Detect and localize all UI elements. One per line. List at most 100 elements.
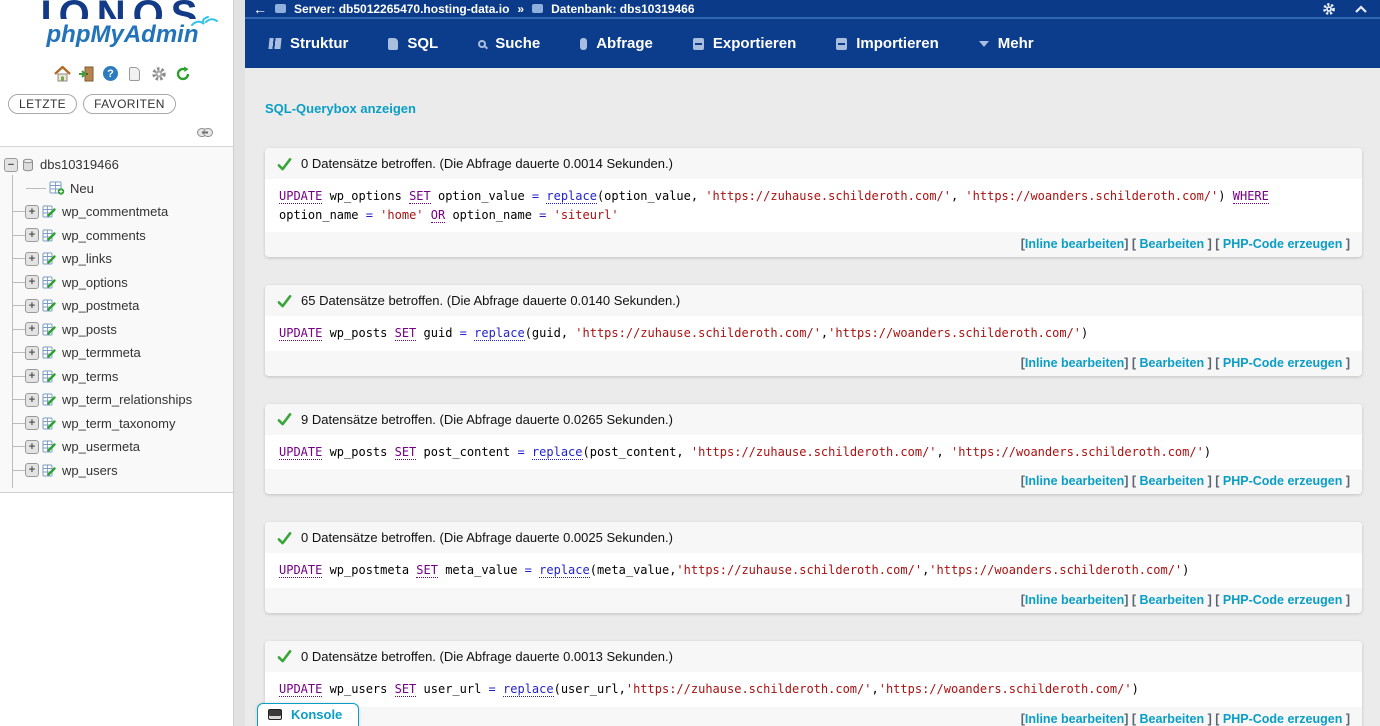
table-name: wp_terms (62, 368, 119, 384)
breadcrumb-database[interactable]: Datenbank: dbs10319466 (551, 2, 694, 16)
logout-icon[interactable] (78, 65, 95, 82)
expand-icon[interactable]: + (25, 369, 39, 384)
sql-query-code: UPDATE wp_postmeta SET meta_value = repl… (265, 553, 1362, 588)
tab-suche[interactable]: Suche (478, 35, 540, 52)
expand-icon[interactable]: + (25, 275, 39, 290)
console-toggle-tab[interactable]: Konsole (257, 703, 360, 726)
expand-icon[interactable]: + (25, 251, 39, 266)
result-actions: [Inline bearbeiten] [ Bearbeiten ] [ PHP… (265, 350, 1362, 376)
sidebar-table-wp_term_relationships[interactable]: + wp_term_relationships (0, 388, 245, 412)
sidebar-table-wp_comments[interactable]: + wp_comments (0, 224, 245, 248)
table-name: wp_options (62, 274, 128, 290)
breadcrumb-server[interactable]: Server: db5012265470.hosting-data.io (294, 2, 509, 16)
phpmyadmin-logo: phpMyAdmin (46, 21, 199, 48)
collapse-icon[interactable]: − (4, 157, 18, 172)
new-table-label: Neu (70, 180, 94, 196)
tab-struktur[interactable]: Struktur (268, 35, 349, 52)
documentation-icon[interactable] (126, 65, 143, 82)
sidebar-table-wp_termmeta[interactable]: + wp_termmeta (0, 341, 245, 365)
result-actions: [Inline bearbeiten] [ Bearbeiten ] [ PHP… (265, 706, 1362, 726)
expand-icon[interactable]: + (25, 228, 39, 243)
action-link-inline-bearbeiten[interactable]: Inline bearbeiten (1025, 356, 1124, 370)
expand-icon[interactable]: + (25, 298, 39, 313)
navigation-sidebar: IONOS phpMyAdmin ? (0, 0, 245, 726)
result-message-bar: 0 Datensätze betroffen. (Die Abfrage dau… (265, 640, 1362, 672)
favorites-button[interactable]: FAVORITEN (83, 94, 176, 114)
sidebar-table-wp_postmeta[interactable]: + wp_postmeta (0, 294, 245, 318)
refresh-icon[interactable] (174, 65, 191, 82)
database-icon (23, 158, 33, 172)
result-message-bar: 9 Datensätze betroffen. (Die Abfrage dau… (265, 403, 1362, 435)
sidebar-table-wp_commentmeta[interactable]: + wp_commentmeta (0, 200, 245, 224)
sidebar-database-dbs10319466[interactable]: − dbs10319466 (0, 153, 245, 177)
sidebar-table-wp_options[interactable]: + wp_options (0, 271, 245, 295)
sidebar-table-wp_links[interactable]: + wp_links (0, 247, 245, 271)
query-result-card: 0 Datensätze betroffen. (Die Abfrage dau… (265, 640, 1362, 726)
console-icon (268, 709, 282, 720)
link-panel-icon[interactable] (197, 128, 213, 137)
action-link-php-code-erzeugen[interactable]: PHP-Code erzeugen (1223, 356, 1342, 370)
expand-icon[interactable]: + (25, 322, 39, 337)
action-link-inline-bearbeiten[interactable]: Inline bearbeiten (1025, 474, 1124, 488)
sql-query-code: UPDATE wp_posts SET post_content = repla… (265, 434, 1362, 470)
action-link-php-code-erzeugen[interactable]: PHP-Code erzeugen (1223, 237, 1342, 251)
table-icon (42, 205, 56, 218)
result-message-bar: 0 Datensätze betroffen. (Die Abfrage dau… (265, 522, 1362, 554)
result-actions: [Inline bearbeiten] [ Bearbeiten ] [ PHP… (265, 469, 1362, 495)
sidebar-table-wp_usermeta[interactable]: + wp_usermeta (0, 435, 245, 459)
sidebar-table-wp_term_taxonomy[interactable]: + wp_term_taxonomy (0, 412, 245, 436)
table-list: + wp_commentmeta + wp_comments + wp_links + wp_… (0, 200, 245, 482)
result-actions: [Inline bearbeiten] [ Bearbeiten ] [ PHP… (265, 587, 1362, 613)
expand-icon[interactable]: + (25, 416, 39, 431)
action-link-inline-bearbeiten[interactable]: Inline bearbeiten (1025, 712, 1124, 726)
recent-button[interactable]: LETZTE (8, 94, 78, 114)
server-breadcrumb-bar: ← Server: db5012265470.hosting-data.io »… (245, 0, 1380, 19)
action-link-php-code-erzeugen[interactable]: PHP-Code erzeugen (1223, 593, 1342, 607)
table-icon (42, 370, 56, 383)
tab-importieren[interactable]: Importieren (836, 35, 939, 52)
struktur-icon (268, 38, 282, 49)
expand-icon[interactable]: + (25, 204, 39, 219)
help-icon[interactable]: ? (102, 65, 119, 82)
collapse-topbar-icon[interactable] (1354, 4, 1368, 14)
table-name: wp_termmeta (62, 345, 141, 361)
table-name: wp_term_taxonomy (62, 415, 176, 431)
tab-exportieren[interactable]: Exportieren (692, 35, 796, 52)
settings-gear-icon[interactable] (150, 65, 167, 82)
action-link-php-code-erzeugen[interactable]: PHP-Code erzeugen (1223, 712, 1342, 726)
tab-sql[interactable]: SQL (388, 35, 438, 52)
table-name: wp_users (62, 462, 118, 478)
result-message: 0 Datensätze betroffen. (Die Abfrage dau… (301, 530, 673, 546)
sidebar-scrollbar[interactable] (233, 0, 245, 726)
tab-label: Struktur (290, 35, 349, 52)
tab-label: Suche (495, 35, 541, 52)
expand-icon[interactable]: + (25, 392, 39, 407)
sidebar-table-wp_posts[interactable]: + wp_posts (0, 318, 245, 342)
action-link-php-code-erzeugen[interactable]: PHP-Code erzeugen (1223, 474, 1342, 488)
page-settings-gear-icon[interactable] (1322, 2, 1336, 16)
expand-icon[interactable]: + (25, 345, 39, 360)
tab-mehr[interactable]: Mehr (978, 35, 1034, 52)
result-message: 9 Datensätze betroffen. (Die Abfrage dau… (301, 411, 673, 427)
show-querybox-link[interactable]: SQL-Querybox anzeigen (265, 101, 416, 116)
result-message: 65 Datensätze betroffen. (Die Abfrage da… (301, 293, 681, 309)
expand-icon[interactable]: + (25, 439, 39, 454)
table-icon (42, 229, 56, 242)
sidebar-table-wp_terms[interactable]: + wp_terms (0, 365, 245, 389)
action-link-bearbeiten[interactable]: Bearbeiten (1140, 474, 1205, 488)
quick-icons-row: ? (0, 65, 245, 82)
expand-icon[interactable]: + (25, 463, 39, 478)
action-link-bearbeiten[interactable]: Bearbeiten (1140, 712, 1205, 726)
sidebar-table-wp_users[interactable]: + wp_users (0, 459, 245, 483)
home-icon[interactable] (54, 65, 71, 82)
action-link-inline-bearbeiten[interactable]: Inline bearbeiten (1025, 593, 1124, 607)
tab-abfrage[interactable]: Abfrage (580, 35, 653, 52)
action-link-bearbeiten[interactable]: Bearbeiten (1140, 593, 1205, 607)
abfrage-icon (580, 37, 588, 50)
action-link-inline-bearbeiten[interactable]: Inline bearbeiten (1025, 237, 1124, 251)
action-link-bearbeiten[interactable]: Bearbeiten (1140, 237, 1205, 251)
action-link-bearbeiten[interactable]: Bearbeiten (1140, 356, 1205, 370)
sidebar-item-new-table[interactable]: Neu (0, 177, 245, 201)
database-tree: − dbs10319466 Neu + wp_commentmeta + wp_com… (0, 146, 245, 493)
back-arrow-icon[interactable]: ← (253, 1, 267, 17)
